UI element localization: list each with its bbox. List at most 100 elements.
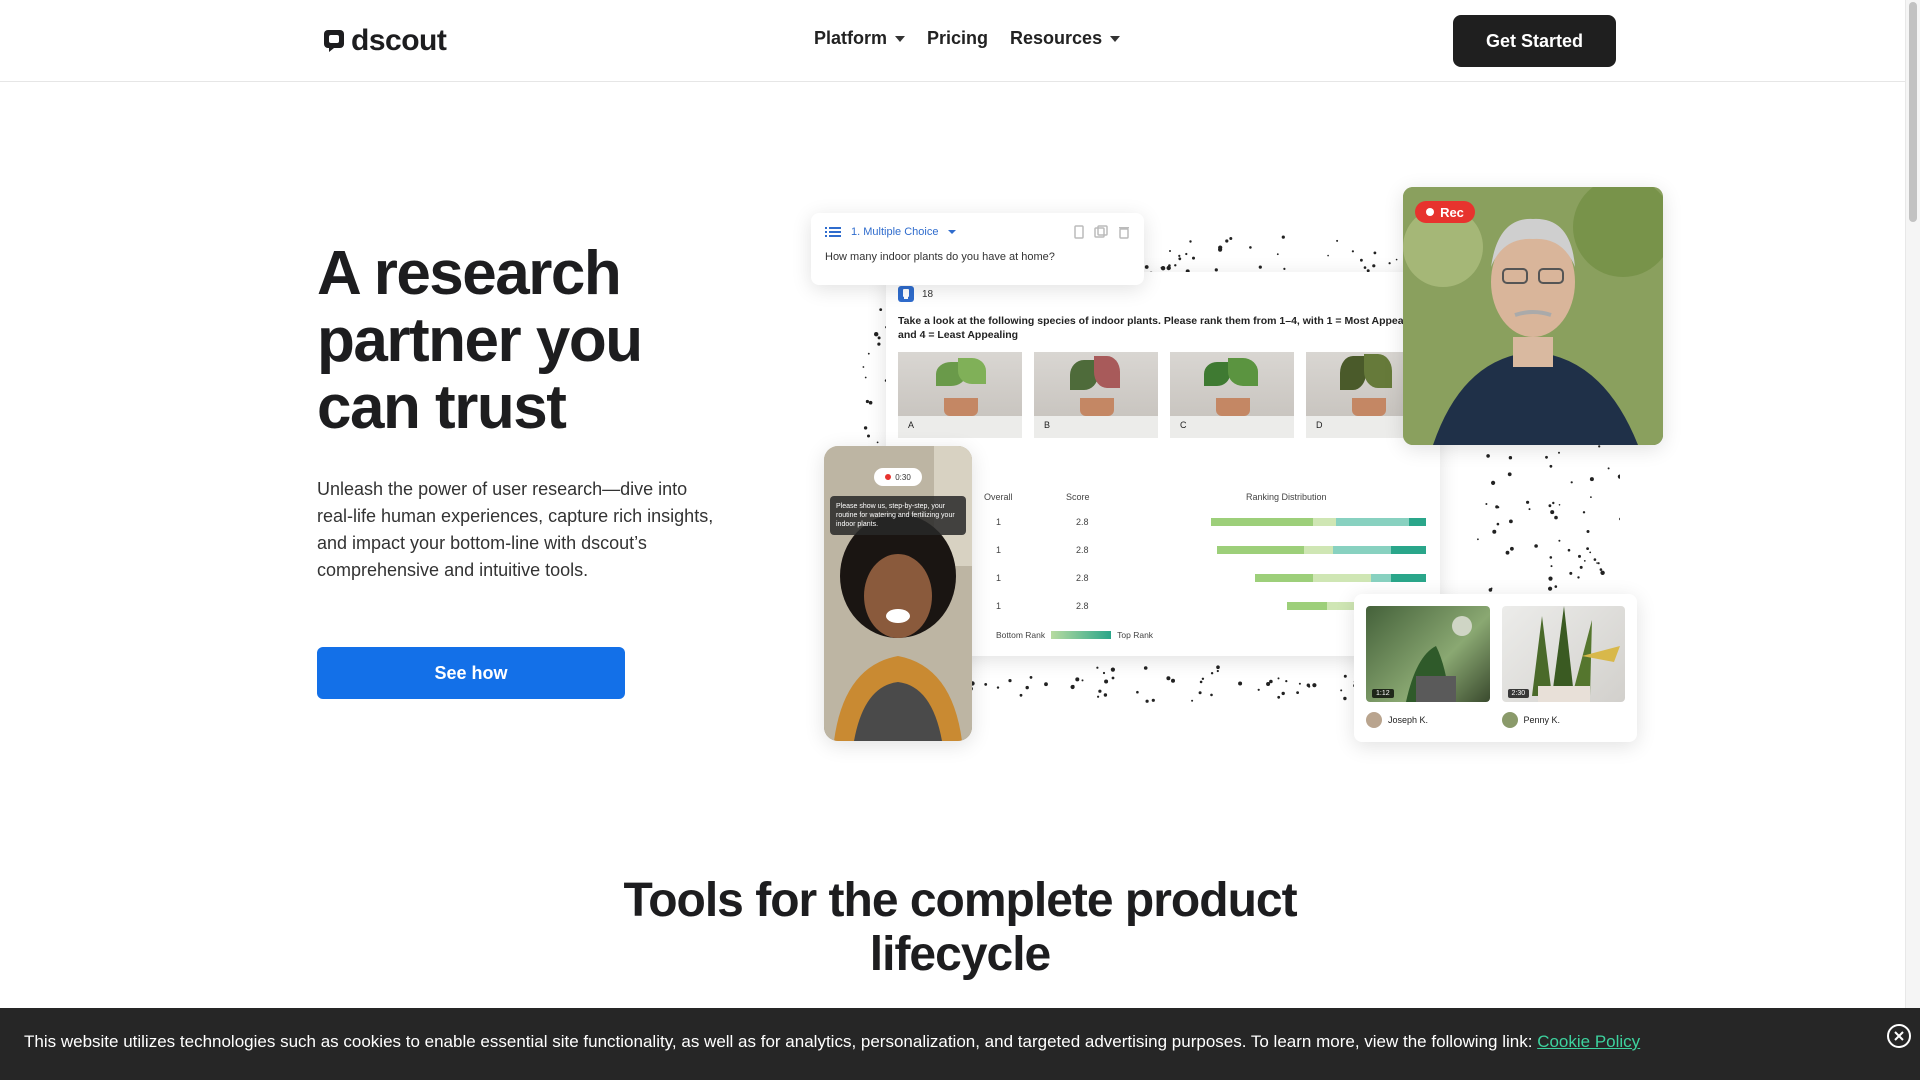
decorative-dot	[1578, 554, 1581, 558]
ranking-icon	[898, 286, 914, 302]
decorative-dot	[1178, 257, 1182, 261]
decorative-dot	[1554, 585, 1558, 588]
distribution-row: 1 2.8	[996, 571, 1436, 585]
decorative-dot	[1281, 691, 1285, 696]
plant-option: C	[1170, 352, 1294, 438]
top-navigation: dscout Platform Pricing Resources Get St…	[0, 0, 1905, 82]
decorative-dot	[1340, 689, 1343, 692]
decorative-dot	[1136, 690, 1139, 694]
distribution-bar-segment	[1217, 546, 1305, 554]
decorative-dot	[874, 332, 879, 337]
decorative-dot	[1596, 562, 1598, 564]
decorative-dot	[1192, 256, 1195, 260]
decorative-dot	[1110, 667, 1115, 672]
plant-options: A B C D	[898, 352, 1430, 438]
decorative-dot	[1229, 237, 1233, 240]
cookie-policy-link[interactable]: Cookie Policy	[1537, 1032, 1640, 1051]
column-score: Score	[1066, 492, 1090, 502]
nav-item-label: Resources	[1010, 28, 1103, 48]
decorative-dot	[1283, 267, 1286, 270]
distribution-bar-segment	[1408, 518, 1426, 526]
copy-icon	[1094, 225, 1108, 238]
distribution-bar-segment	[1336, 518, 1409, 526]
distribution-legend: Bottom Rank Top Rank	[996, 630, 1153, 640]
decorative-dot	[1218, 245, 1223, 250]
decorative-dot	[1534, 544, 1538, 548]
column-overall: Overall	[984, 492, 1013, 502]
decorative-dot	[1166, 676, 1171, 681]
decorative-dot	[1492, 529, 1497, 534]
row-score: 2.8	[1076, 545, 1089, 555]
decorative-dot	[1210, 672, 1214, 675]
decorative-dot	[1111, 676, 1115, 680]
decorative-dot	[1485, 503, 1488, 505]
dscout-logo[interactable]: dscout	[323, 24, 447, 58]
page-scrollbar[interactable]	[1905, 0, 1920, 1080]
decorative-dot	[1029, 676, 1033, 679]
decorative-dot	[879, 308, 883, 311]
decorative-dot	[1589, 477, 1594, 482]
nav-item-resources[interactable]: Resources	[1010, 28, 1121, 49]
nav-item-pricing[interactable]: Pricing	[927, 28, 988, 49]
clip-thumbnail[interactable]: 2:30	[1501, 606, 1625, 702]
cookie-text: This website utilizes technologies such …	[24, 1032, 1533, 1051]
scrollbar-thumb[interactable]	[1909, 2, 1917, 222]
decorative-dot	[1072, 684, 1075, 687]
recording-label: Rec	[1440, 204, 1464, 220]
chevron-down-icon	[895, 35, 906, 42]
decorative-dot	[1550, 565, 1553, 568]
decorative-dot	[1507, 472, 1512, 477]
decorative-dot	[1509, 519, 1513, 524]
decorative-dot	[1298, 682, 1301, 685]
decorative-dot	[1257, 688, 1260, 691]
get-started-button[interactable]: Get Started	[1453, 15, 1616, 67]
decorative-dot	[1545, 455, 1548, 459]
decorative-dot	[1151, 698, 1155, 702]
distribution-bar-segment	[1391, 574, 1426, 582]
trash-icon	[1119, 227, 1129, 239]
decorative-dot	[1554, 515, 1558, 520]
timer-text: 0:30	[895, 472, 911, 482]
decorative-dot	[1598, 445, 1601, 448]
decorative-dot	[1569, 571, 1573, 575]
decorative-dot	[1526, 500, 1530, 504]
response-count: 18	[922, 288, 934, 300]
clip-thumbnails: 1:12 2:30	[1366, 606, 1625, 702]
decorative-dot	[1216, 669, 1219, 673]
distribution-header: Overall Score Ranking Distribution	[984, 492, 1434, 502]
mobile-icon	[1074, 225, 1084, 239]
decorative-dot	[1044, 682, 1048, 687]
clip-thumbnail[interactable]: 1:12	[1366, 606, 1490, 702]
clip-duration: 1:12	[1372, 689, 1394, 698]
decorative-dot	[1558, 451, 1560, 454]
close-icon[interactable]	[1887, 1024, 1911, 1048]
nav-item-platform[interactable]: Platform	[814, 28, 906, 49]
decorative-dot	[1567, 548, 1571, 552]
decorative-dot	[864, 376, 867, 379]
decorative-dot	[1528, 508, 1531, 511]
decorative-dot	[1617, 474, 1620, 479]
nav-menu: Platform Pricing Resources	[814, 28, 1121, 49]
column-distribution: Ranking Distribution	[1246, 492, 1327, 502]
cookie-banner: This website utilizes technologies such …	[0, 1008, 1920, 1080]
legend-top-label: Top Rank	[1117, 630, 1154, 640]
phone-participant-video	[824, 446, 972, 741]
video-clips-card: 1:12 2:30 Joseph K. Penny K.	[1354, 594, 1637, 742]
decorative-dot	[1486, 454, 1490, 458]
decorative-dot	[1597, 562, 1600, 565]
distribution-bar-segment	[1304, 546, 1334, 554]
distribution-bar-segment	[1211, 518, 1313, 526]
see-how-button[interactable]: See how	[317, 647, 625, 699]
decorative-dot	[1548, 504, 1552, 508]
distribution-bar-segment	[1391, 546, 1426, 554]
decorative-dot	[1388, 262, 1391, 265]
chevron-down-icon	[948, 230, 957, 234]
decorative-dot	[1160, 266, 1166, 271]
decorative-dot	[1098, 689, 1102, 693]
decorative-dot	[1210, 693, 1213, 697]
legend-bottom-label: Bottom Rank	[996, 630, 1046, 640]
decorative-dot	[862, 366, 865, 368]
decorative-dot	[1488, 588, 1493, 592]
decorative-dot	[1249, 246, 1252, 249]
clip-participant: Penny K.	[1501, 712, 1626, 728]
